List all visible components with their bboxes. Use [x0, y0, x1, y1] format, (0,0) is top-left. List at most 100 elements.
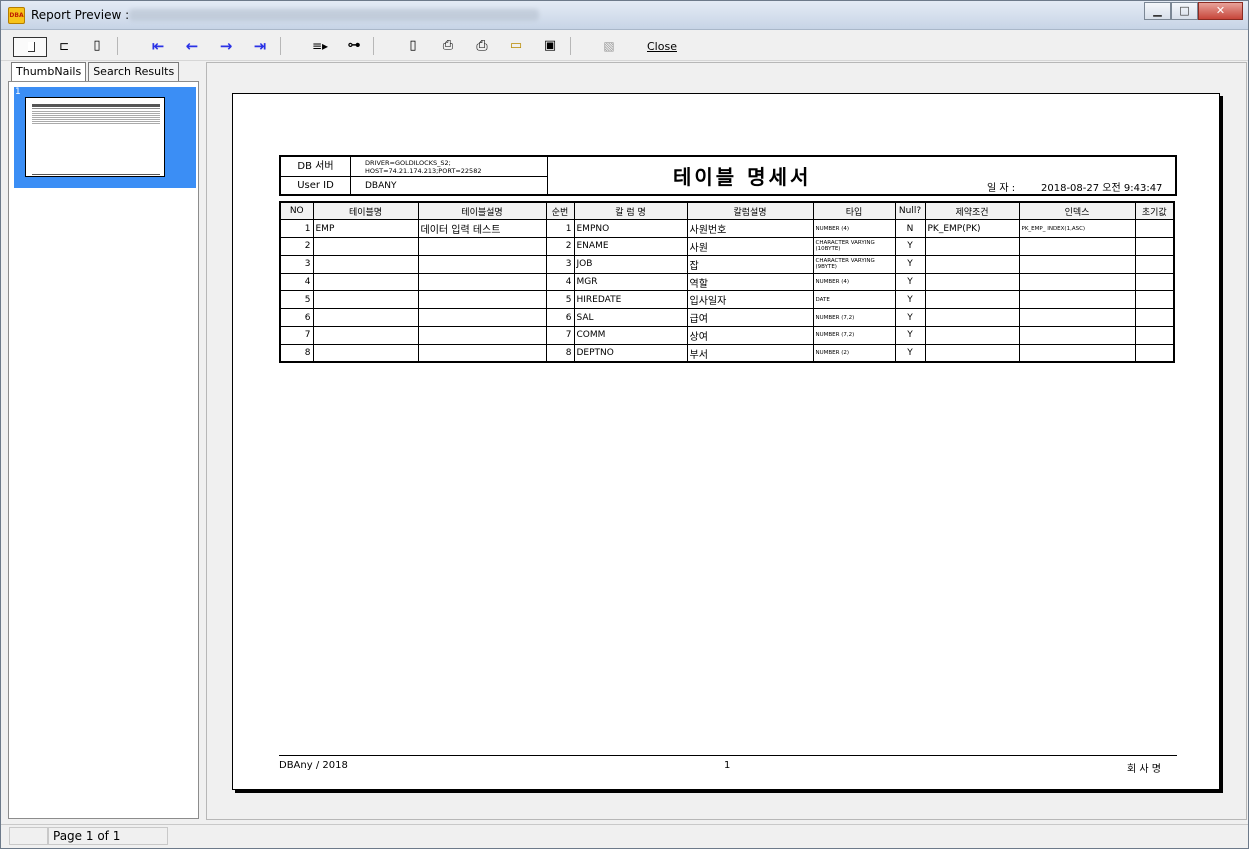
- row-constraint: [924, 254, 1020, 274]
- go-to-page-icon[interactable]: ≡▸: [311, 37, 329, 55]
- left-panel: ThumbNails Search Results 1: [8, 62, 202, 820]
- row-column-name: EMPNO: [573, 219, 688, 239]
- column-header: NO: [279, 201, 314, 221]
- row-column-desc: 잡: [686, 254, 814, 274]
- row-column-name: MGR: [573, 272, 688, 292]
- find-binoculars-icon[interactable]: ⊶: [345, 37, 363, 55]
- footer-page-number: 1: [724, 760, 731, 771]
- row-type: NUMBER (7,2): [812, 326, 896, 345]
- maximize-button[interactable]: □: [1171, 2, 1198, 20]
- row-table-desc: [417, 308, 547, 328]
- whole-page-button[interactable]: ▯: [90, 37, 104, 55]
- row-no: 1: [279, 219, 314, 239]
- row-constraint: [924, 290, 1020, 310]
- row-column-desc: 사원: [686, 237, 814, 256]
- row-table-desc: [417, 290, 547, 310]
- column-header: 순번: [545, 201, 575, 221]
- close-window-button[interactable]: ✕: [1198, 2, 1243, 20]
- column-header: 칼 럼 명: [573, 201, 688, 221]
- row-table-desc: [417, 343, 547, 363]
- page-width-button[interactable]: [13, 37, 47, 57]
- print-setup-icon[interactable]: ⎙: [439, 37, 457, 55]
- tab-search-results[interactable]: Search Results: [88, 62, 180, 81]
- row-nullable: Y: [894, 237, 926, 256]
- row-table-desc: [417, 326, 547, 345]
- open-folder-icon[interactable]: ▭: [507, 37, 525, 55]
- first-page-icon[interactable]: ⇤: [148, 37, 168, 55]
- row-default: [1134, 219, 1175, 239]
- footer-company-name: 회 사 명: [1127, 764, 1161, 775]
- row-nullable: Y: [894, 308, 926, 328]
- footer-divider: [279, 755, 1177, 756]
- row-constraint: [924, 326, 1020, 345]
- next-page-icon[interactable]: →: [216, 37, 236, 55]
- row-table-name: [312, 290, 419, 310]
- row-seq: 1: [545, 219, 575, 239]
- report-preview-window: DBA Report Preview : ▁ □ ✕ ⊏ ▯ ⇤ ← → ⇥ ≡…: [0, 0, 1249, 849]
- previous-page-icon[interactable]: ←: [182, 37, 202, 55]
- row-column-name: JOB: [573, 254, 688, 274]
- row-index: PK_EMP_ INDEX(1,ASC): [1018, 219, 1136, 239]
- toolbar-separator: [280, 37, 281, 55]
- row-index: [1018, 343, 1136, 363]
- table-row: 4 4 MGR 역할 NUMBER (4) Y: [279, 272, 1175, 292]
- user-id-label: User ID: [281, 177, 351, 196]
- row-type: NUMBER (4): [812, 272, 896, 292]
- row-default: [1134, 343, 1175, 363]
- table-row: 3 3 JOB 잡 CHARACTER VARYING (9BYTE) Y: [279, 254, 1175, 274]
- fit-page-button[interactable]: ⊏: [55, 37, 73, 55]
- column-header: 테이블설명: [417, 201, 547, 221]
- row-no: 3: [279, 254, 314, 274]
- export-disabled-icon[interactable]: ▧: [601, 37, 617, 55]
- toolbar-separator: [570, 37, 571, 55]
- save-disk-icon[interactable]: ▣: [541, 37, 559, 55]
- thumbnail-page-number: 1: [15, 87, 21, 97]
- row-table-desc: [417, 272, 547, 292]
- report-preview-area[interactable]: DB 서버 DRIVER=GOLDILOCKS_S2; HOST=74.21.1…: [206, 62, 1247, 820]
- row-column-desc: 입사일자: [686, 290, 814, 310]
- title-bar[interactable]: DBA Report Preview : ▁ □ ✕: [1, 1, 1248, 30]
- page-status-text: Page 1 of 1: [48, 827, 168, 845]
- row-table-name: [312, 308, 419, 328]
- table-row: 2 2 ENAME 사원 CHARACTER VARYING (10BYTE) …: [279, 237, 1175, 256]
- row-default: [1134, 254, 1175, 274]
- row-column-name: SAL: [573, 308, 688, 328]
- row-default: [1134, 290, 1175, 310]
- row-table-desc: [417, 237, 547, 256]
- toolbar-separator: [373, 37, 374, 55]
- row-nullable: Y: [894, 290, 926, 310]
- row-nullable: N: [894, 219, 926, 239]
- print-icon[interactable]: ⎙: [473, 37, 491, 55]
- table-spec-grid: NO 테이블명 테이블설명 순번 칼 럼 명 칼럼설명 타입 Null? 제약조…: [279, 201, 1175, 364]
- row-column-desc: 역할: [686, 272, 814, 292]
- column-header: 타입: [812, 201, 896, 221]
- close-button[interactable]: Close: [647, 40, 677, 53]
- minimize-button[interactable]: ▁: [1144, 2, 1171, 20]
- row-seq: 8: [545, 343, 575, 363]
- row-column-desc: 부서: [686, 343, 814, 363]
- date-label: 일 자 :: [987, 183, 1016, 194]
- user-id-value: DBANY: [351, 177, 548, 196]
- row-index: [1018, 272, 1136, 292]
- row-constraint: PK_EMP(PK): [924, 219, 1020, 239]
- thumbnail-page-image: [25, 97, 165, 177]
- thumbnail-list[interactable]: 1: [8, 81, 199, 819]
- last-page-icon[interactable]: ⇥: [250, 37, 270, 55]
- panel-tabs: ThumbNails Search Results: [11, 62, 181, 82]
- thumbnail-item[interactable]: 1: [14, 87, 196, 188]
- column-header: 초기값: [1134, 201, 1175, 221]
- row-column-name: HIREDATE: [573, 290, 688, 310]
- row-no: 4: [279, 272, 314, 292]
- row-column-name: COMM: [573, 326, 688, 345]
- row-constraint: [924, 272, 1020, 292]
- db-server-value: DRIVER=GOLDILOCKS_S2; HOST=74.21.174.213…: [351, 157, 548, 177]
- row-column-desc: 급여: [686, 308, 814, 328]
- new-document-icon[interactable]: ▯: [405, 37, 421, 55]
- tab-thumbnails[interactable]: ThumbNails: [11, 62, 87, 82]
- row-table-name: [312, 254, 419, 274]
- report-header: DB 서버 DRIVER=GOLDILOCKS_S2; HOST=74.21.1…: [279, 155, 1177, 196]
- report-page: DB 서버 DRIVER=GOLDILOCKS_S2; HOST=74.21.1…: [232, 93, 1220, 790]
- row-table-desc: [417, 254, 547, 274]
- blurred-title-region: [129, 9, 539, 21]
- row-no: 6: [279, 308, 314, 328]
